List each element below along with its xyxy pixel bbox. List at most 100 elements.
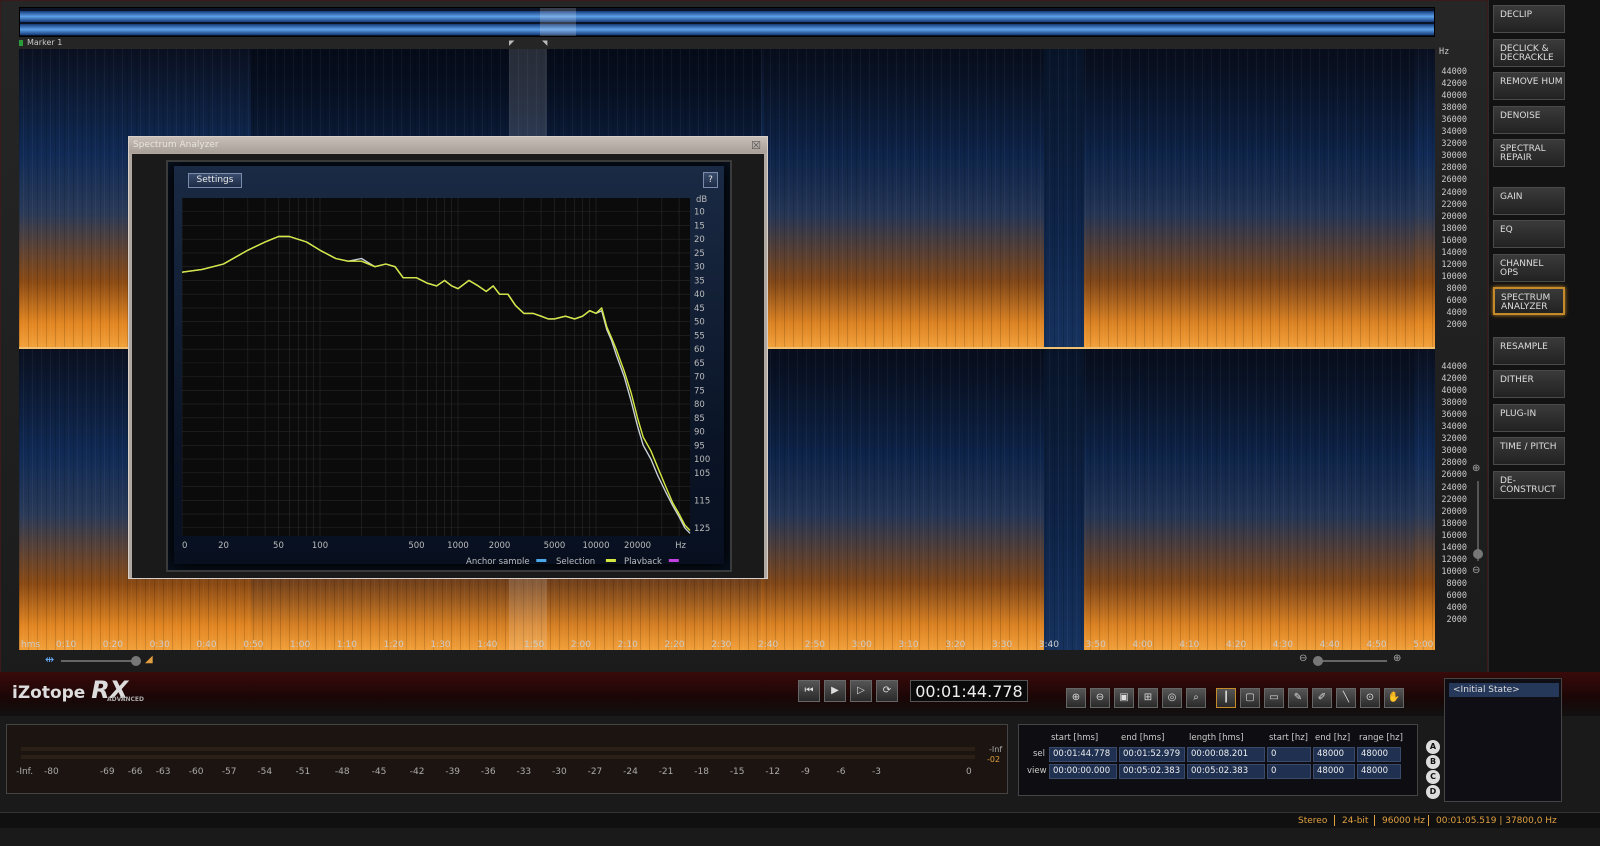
y-tick-label: 95 <box>694 441 705 451</box>
horizontal-zoom[interactable]: ⊖ ⊕ <box>1297 653 1407 668</box>
selinfo-cell[interactable]: 00:00:00.000 <box>1049 764 1117 779</box>
play-selection-button[interactable]: ▷ <box>850 680 872 702</box>
freq-tick-bottom: 10000 <box>1441 566 1467 577</box>
overview-selection[interactable] <box>540 8 576 36</box>
vertical-zoom[interactable]: ⊕ ⊖ <box>1471 461 1485 611</box>
close-icon[interactable]: ☒ <box>751 139 761 152</box>
meter-tick: -80 <box>44 767 59 777</box>
find-similar-button[interactable]: ⊙ <box>1360 688 1380 708</box>
selinfo-cell[interactable]: 0 <box>1267 764 1311 779</box>
brush-button[interactable]: ✐ <box>1312 688 1332 708</box>
zoom-time-button[interactable]: ◎ <box>1162 688 1182 708</box>
hand-button[interactable]: ✋ <box>1384 688 1404 708</box>
horizontal-zoom-knob[interactable] <box>131 656 141 666</box>
time-tick: 4:00 <box>1132 640 1153 650</box>
meter-tick: -18 <box>694 767 709 777</box>
vertical-zoom-out-icon[interactable]: ⊖ <box>1472 565 1480 576</box>
module-button-declick-decrackle[interactable]: DECLICK & DECRACKLE <box>1493 39 1565 67</box>
module-button-gain[interactable]: GAIN <box>1493 187 1565 215</box>
settings-button[interactable]: Settings <box>188 173 242 188</box>
help-button[interactable]: ? <box>703 172 718 188</box>
module-button-de-construct[interactable]: DE-CONSTRUCT <box>1493 471 1565 499</box>
rect-select-button[interactable]: ▢ <box>1240 688 1260 708</box>
status-cursor-readout: 00:01:05.519 | 37800,0 Hz <box>1436 816 1557 826</box>
vertical-zoom-knob[interactable] <box>1473 549 1483 559</box>
zoom-in-button[interactable]: ⊕ <box>1066 688 1086 708</box>
selinfo-cell[interactable]: 00:00:08.201 <box>1187 747 1265 762</box>
horizontal-zoom-knob-2[interactable] <box>1313 656 1323 666</box>
zoom-fit-button[interactable]: ⊞ <box>1138 688 1158 708</box>
selinfo-cell[interactable]: 48000 <box>1357 747 1401 762</box>
x-tick-label: 500 <box>408 541 424 551</box>
module-button-spectral-repair[interactable]: SPECTRAL REPAIR <box>1493 139 1565 167</box>
module-button-eq[interactable]: EQ <box>1493 220 1565 248</box>
module-button-spectrum-analyzer[interactable]: SPECTRUM ANALYZER <box>1493 287 1565 315</box>
freq-select-button[interactable]: ▭ <box>1264 688 1284 708</box>
zoom-out-button[interactable]: ⊖ <box>1090 688 1110 708</box>
history-panel[interactable]: <Initial State> <box>1444 678 1562 802</box>
compare-button-c[interactable]: C <box>1426 770 1440 784</box>
meter-tick: -57 <box>221 767 237 777</box>
selinfo-cell[interactable]: 00:05:02.383 <box>1187 764 1265 779</box>
zoom-selection-button[interactable]: ▣ <box>1114 688 1134 708</box>
marker-label[interactable]: Marker 1 <box>27 38 62 47</box>
wand-button[interactable]: ╲ <box>1336 688 1356 708</box>
waveform-overview[interactable] <box>19 7 1435 37</box>
selection-start-handle-icon[interactable]: ◤ <box>509 39 514 47</box>
compare-button-a[interactable]: A <box>1426 740 1440 754</box>
time-tick: 2:50 <box>804 640 826 650</box>
freq-tick-bottom: 18000 <box>1441 518 1467 529</box>
zoom-in-small-icon[interactable]: ⊕ <box>1393 653 1401 664</box>
module-button-channel-ops[interactable]: CHANNEL OPS <box>1493 254 1565 282</box>
selinfo-cell[interactable]: 00:01:44.778 <box>1049 747 1117 762</box>
izotope-rx-logo: iZotope RX ADVANCED <box>12 676 144 704</box>
y-tick-label: 85 <box>694 414 705 424</box>
y-tick-label: 20 <box>694 235 705 245</box>
module-button-resample[interactable]: RESAMPLE <box>1493 337 1565 365</box>
time-tick: 0:10 <box>56 640 77 650</box>
time-tick: 4:40 <box>1319 640 1340 650</box>
selinfo-cell[interactable]: 00:01:52.979 <box>1119 747 1185 762</box>
module-button-time-pitch[interactable]: TIME / PITCH <box>1493 437 1565 465</box>
freq-tick-top: 36000 <box>1441 115 1467 126</box>
history-item[interactable]: <Initial State> <box>1449 683 1559 697</box>
selinfo-cell[interactable]: 48000 <box>1313 747 1355 762</box>
scroll-arrows-icon[interactable]: ⇹ <box>45 653 54 666</box>
time-select-button[interactable]: ┃ <box>1216 688 1236 708</box>
lasso-button[interactable]: ✎ <box>1288 688 1308 708</box>
vertical-zoom-in-icon[interactable]: ⊕ <box>1472 463 1480 474</box>
zoom-out-small-icon[interactable]: ⊖ <box>1299 653 1307 664</box>
horizontal-scroll-zoom[interactable]: ⇹ ◢ <box>45 653 165 668</box>
play-button[interactable]: ▶ <box>824 680 846 702</box>
module-button-dither[interactable]: DITHER <box>1493 370 1565 398</box>
marker-flag-icon[interactable] <box>19 40 23 46</box>
time-tick: 3:10 <box>898 640 919 650</box>
freq-tick-bottom: 8000 <box>1446 578 1467 589</box>
module-button-declip[interactable]: DECLIP <box>1493 5 1565 33</box>
freq-tick-top: 24000 <box>1441 187 1467 198</box>
skip-start-button[interactable]: ⏮ <box>798 680 820 702</box>
module-button-plug-in[interactable]: PLUG-IN <box>1493 404 1565 432</box>
x-tick-label: 1000 <box>447 541 469 551</box>
selinfo-cell[interactable]: 0 <box>1267 747 1311 762</box>
meter-tick: -Inf. <box>16 767 34 777</box>
spectrum-analyzer-window[interactable]: Spectrum Analyzer ☒ Settings ? 10 15 20 25 3… <box>128 136 768 579</box>
freq-tick-top: 16000 <box>1441 235 1467 246</box>
zoom-freq-button[interactable]: ⌕ <box>1186 688 1206 708</box>
compare-button-d[interactable]: D <box>1426 785 1440 799</box>
meter-tick: -42 <box>409 767 425 777</box>
selinfo-cell[interactable]: 48000 <box>1313 764 1355 779</box>
analyzer-title[interactable]: Spectrum Analyzer <box>129 137 767 153</box>
y-tick-label: 65 <box>694 359 705 369</box>
freq-tick-bottom: 44000 <box>1441 362 1467 372</box>
legend-label: Anchor sample <box>466 557 530 564</box>
selinfo-cell[interactable]: 00:05:02.383 <box>1119 764 1185 779</box>
loop-button[interactable]: ⟳ <box>876 680 898 702</box>
module-button-denoise[interactable]: DENOISE <box>1493 106 1565 134</box>
selinfo-cell[interactable]: 48000 <box>1357 764 1401 779</box>
compare-button-b[interactable]: B <box>1426 755 1440 769</box>
module-button-remove-hum[interactable]: REMOVE HUM <box>1493 72 1565 100</box>
marker-bar[interactable]: Marker 1 ◤ ◥ <box>19 38 1435 49</box>
logo-edition: ADVANCED <box>107 696 145 703</box>
selection-end-handle-icon[interactable]: ◥ <box>542 39 547 47</box>
